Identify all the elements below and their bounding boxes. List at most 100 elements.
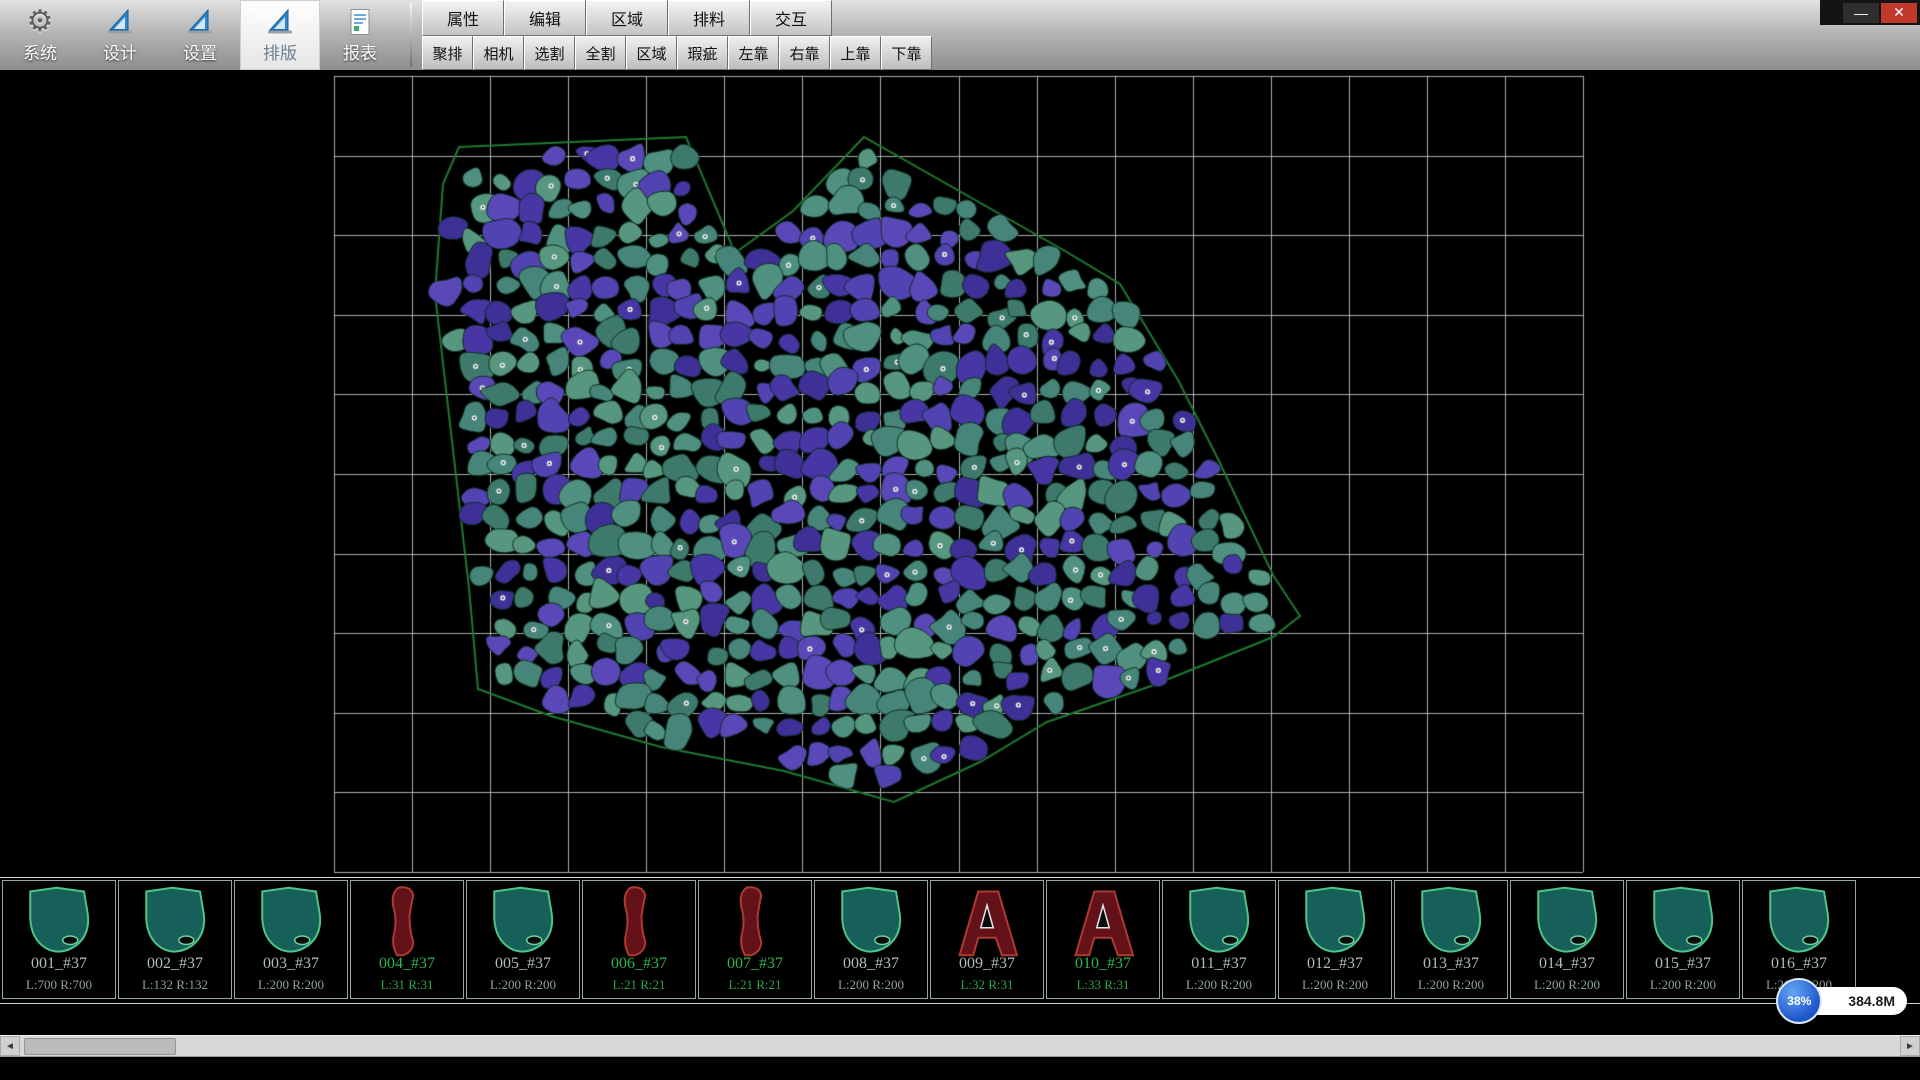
piece-lr-counts: L:200 R:200 [1395, 977, 1507, 993]
piece-thumbnail[interactable]: 012_#37 L:200 R:200 [1278, 880, 1392, 999]
piece-id: 011_#37 [1163, 955, 1275, 973]
piece-lr-counts: L:200 R:200 [1279, 977, 1391, 993]
toolbar-item-nesting[interactable]: 排版 [240, 0, 320, 70]
piece-thumbnail[interactable]: 015_#37 L:200 R:200 [1626, 880, 1740, 999]
piece-shape-icon [1411, 884, 1491, 964]
scroll-right-arrow-icon[interactable]: ► [1900, 1036, 1920, 1056]
tool-align-left[interactable]: 左靠 [728, 36, 779, 70]
tool-cut-all[interactable]: 全割 [575, 36, 626, 70]
close-button[interactable]: ✕ [1881, 3, 1917, 23]
progress-value: 38% [1787, 994, 1811, 1008]
close-icon: ✕ [1893, 4, 1905, 21]
toolbar-item-system[interactable]: ⚙ 系统 [0, 0, 80, 70]
piece-id: 005_#37 [467, 955, 579, 973]
piece-thumbnail[interactable]: 009_#37 L:32 R:31 [930, 880, 1044, 999]
tool-align-right[interactable]: 右靠 [779, 36, 830, 70]
app-window: ⚙ 系统 设计 设置 [0, 0, 1920, 1080]
tool-defect[interactable]: 瑕疵 [677, 36, 728, 70]
nesting-canvas[interactable] [0, 70, 1920, 877]
piece-id: 009_#37 [931, 955, 1043, 973]
piece-thumbnail[interactable]: 001_#37 L:700 R:700 [2, 880, 116, 999]
piece-lr-counts: L:200 R:200 [1627, 977, 1739, 993]
menu-tab-row: 属性 编辑 区域 排料 交互 [422, 0, 832, 35]
piece-lr-counts: L:31 R:31 [351, 977, 463, 993]
piece-thumbnail[interactable]: 006_#37 L:21 R:21 [582, 880, 696, 999]
piece-shape-icon [831, 884, 911, 964]
piece-lr-counts: L:200 R:200 [1163, 977, 1275, 993]
settings-sail-icon [184, 6, 216, 38]
piece-shape-icon [599, 884, 679, 964]
toolbar-item-label: 系统 [23, 39, 57, 64]
memory-value: 384.8M [1848, 993, 1895, 1009]
piece-id: 014_#37 [1511, 955, 1623, 973]
nesting-sail-icon [264, 6, 296, 38]
piece-lr-counts: L:200 R:200 [235, 977, 347, 993]
piece-lr-counts: L:200 R:200 [467, 977, 579, 993]
tab-nesting[interactable]: 排料 [668, 0, 750, 36]
toolbar-item-label: 报表 [343, 39, 377, 64]
tool-zone[interactable]: 区域 [626, 36, 677, 70]
tab-region[interactable]: 区域 [586, 0, 668, 36]
piece-thumbnail[interactable]: 005_#37 L:200 R:200 [466, 880, 580, 999]
piece-lr-counts: L:21 R:21 [583, 977, 695, 993]
minimize-icon: — [1854, 5, 1868, 21]
tool-cluster-nest[interactable]: 聚排 [422, 36, 473, 70]
piece-shape-icon [367, 884, 447, 964]
toolbar-item-report[interactable]: 报表 [320, 0, 400, 70]
piece-id: 003_#37 [235, 955, 347, 973]
tab-interactive[interactable]: 交互 [750, 0, 832, 36]
toolbar-item-label: 排版 [263, 39, 297, 64]
piece-id: 015_#37 [1627, 955, 1739, 973]
piece-lr-counts: L:33 R:31 [1047, 977, 1159, 993]
main-toolbar: ⚙ 系统 设计 设置 [0, 0, 1920, 71]
piece-thumbnail-strip: 001_#37 L:700 R:700 002_#37 L:132 R:132 … [0, 877, 1920, 1004]
piece-id: 013_#37 [1395, 955, 1507, 973]
toolbar-separator [410, 3, 412, 67]
horizontal-scrollbar[interactable]: ◄ ► [0, 1035, 1920, 1057]
piece-shape-icon [1759, 884, 1839, 964]
piece-shape-icon [1527, 884, 1607, 964]
piece-shape-icon [135, 884, 215, 964]
toolbar-item-label: 设置 [183, 39, 217, 64]
piece-id: 007_#37 [699, 955, 811, 973]
piece-thumbnail[interactable]: 013_#37 L:200 R:200 [1394, 880, 1508, 999]
tool-camera[interactable]: 相机 [473, 36, 524, 70]
piece-id: 006_#37 [583, 955, 695, 973]
minimize-button[interactable]: — [1843, 3, 1879, 23]
piece-lr-counts: L:32 R:31 [931, 977, 1043, 993]
toolbar-item-design[interactable]: 设计 [80, 0, 160, 70]
piece-shape-icon [1063, 884, 1143, 964]
piece-shape-icon [1643, 884, 1723, 964]
toolbar-item-settings[interactable]: 设置 [160, 0, 240, 70]
system-gear-icon: ⚙ [24, 6, 56, 38]
piece-id: 002_#37 [119, 955, 231, 973]
scrollbar-thumb[interactable] [24, 1038, 176, 1055]
window-controls: — ✕ [1820, 0, 1920, 25]
piece-thumbnail[interactable]: 007_#37 L:21 R:21 [698, 880, 812, 999]
piece-lr-counts: L:700 R:700 [3, 977, 115, 993]
piece-thumbnail[interactable]: 011_#37 L:200 R:200 [1162, 880, 1276, 999]
piece-id: 012_#37 [1279, 955, 1391, 973]
toolbar-item-label: 设计 [103, 39, 137, 64]
piece-thumbnail[interactable]: 014_#37 L:200 R:200 [1510, 880, 1624, 999]
piece-thumbnail[interactable]: 010_#37 L:33 R:31 [1046, 880, 1160, 999]
piece-thumbnail[interactable]: 004_#37 L:31 R:31 [350, 880, 464, 999]
piece-shape-icon [715, 884, 795, 964]
tool-align-bottom[interactable]: 下靠 [881, 36, 932, 70]
piece-id: 004_#37 [351, 955, 463, 973]
piece-shape-icon [1295, 884, 1375, 964]
piece-shape-icon [947, 884, 1027, 964]
piece-shape-icon [251, 884, 331, 964]
tab-edit[interactable]: 编辑 [504, 0, 586, 36]
tool-button-row: 聚排 相机 选割 全割 区域 瑕疵 左靠 右靠 上靠 下靠 [422, 36, 932, 69]
tab-properties[interactable]: 属性 [422, 0, 504, 36]
piece-shape-icon [19, 884, 99, 964]
scroll-left-arrow-icon[interactable]: ◄ [0, 1036, 20, 1056]
piece-thumbnail[interactable]: 002_#37 L:132 R:132 [118, 880, 232, 999]
piece-lr-counts: L:132 R:132 [119, 977, 231, 993]
tool-align-top[interactable]: 上靠 [830, 36, 881, 70]
piece-thumbnail[interactable]: 008_#37 L:200 R:200 [814, 880, 928, 999]
progress-circle: 38% [1776, 978, 1822, 1024]
piece-thumbnail[interactable]: 003_#37 L:200 R:200 [234, 880, 348, 999]
tool-select-cut[interactable]: 选割 [524, 36, 575, 70]
